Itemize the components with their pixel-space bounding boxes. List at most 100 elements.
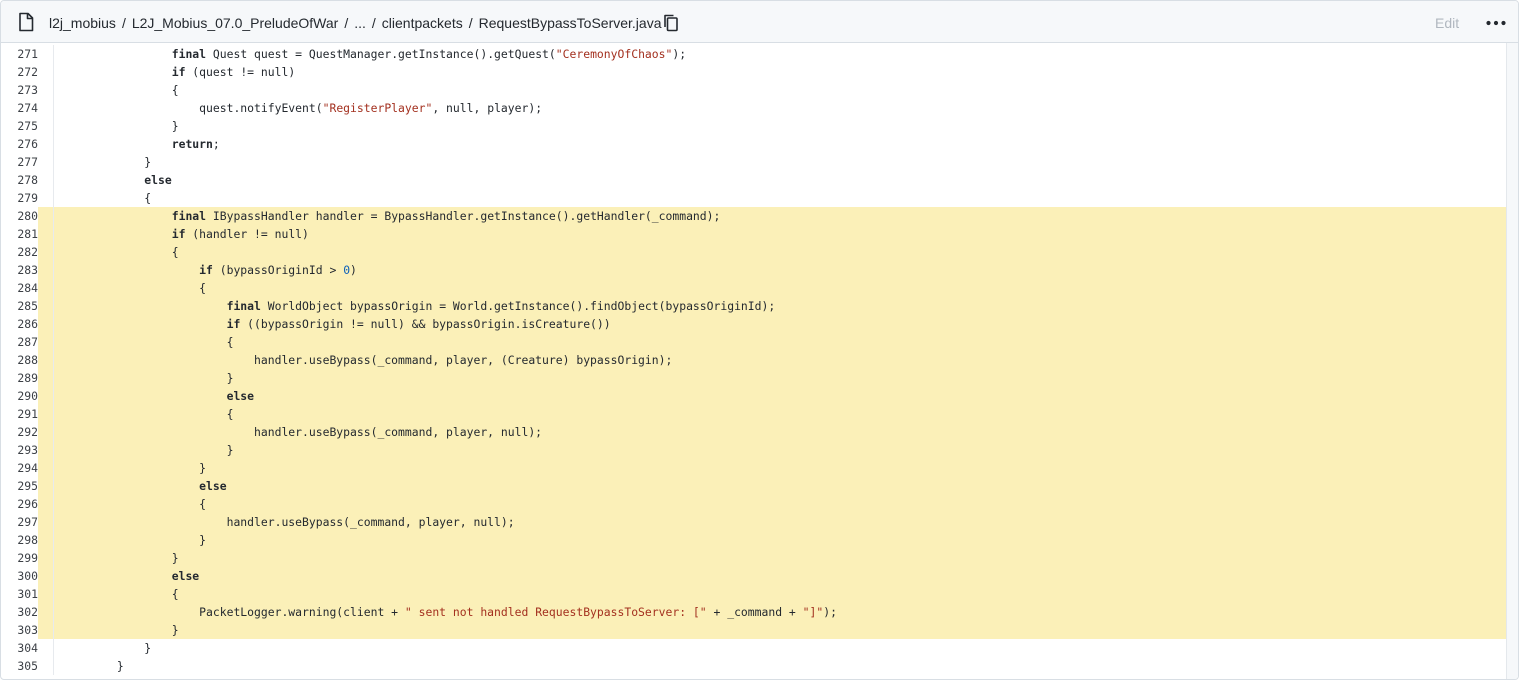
line-number[interactable]: 282 xyxy=(1,243,38,261)
gutter-divider xyxy=(53,333,54,351)
code-line: 297 handler.useBypass(_command, player, … xyxy=(1,513,1506,531)
line-number[interactable]: 305 xyxy=(1,657,38,675)
code-token: } xyxy=(62,659,124,673)
line-number[interactable]: 301 xyxy=(1,585,38,603)
code-text: if ((bypassOrigin != null) && bypassOrig… xyxy=(62,315,611,333)
line-number[interactable]: 278 xyxy=(1,171,38,189)
line-number[interactable]: 274 xyxy=(1,99,38,117)
line-number[interactable]: 284 xyxy=(1,279,38,297)
line-number[interactable]: 291 xyxy=(1,405,38,423)
line-number[interactable]: 272 xyxy=(1,63,38,81)
line-number[interactable]: 279 xyxy=(1,189,38,207)
breadcrumb-folder-link[interactable]: clientpackets xyxy=(382,15,463,31)
code-line: 302 PacketLogger.warning(client + " sent… xyxy=(1,603,1506,621)
code-token: { xyxy=(62,83,179,97)
line-number[interactable]: 304 xyxy=(1,639,38,657)
line-number[interactable]: 292 xyxy=(1,423,38,441)
code-token: } xyxy=(62,641,152,655)
code-token: ; xyxy=(212,137,220,151)
code-line: 278 else xyxy=(1,171,1506,189)
code-line: 276 return; xyxy=(1,135,1506,153)
line-number[interactable]: 295 xyxy=(1,477,38,495)
line-number[interactable]: 294 xyxy=(1,459,38,477)
code-text: } xyxy=(62,117,179,135)
code-token: } xyxy=(62,533,207,547)
code-token: ); xyxy=(823,605,837,619)
code-token: { xyxy=(62,497,207,511)
gutter-divider xyxy=(53,567,54,585)
line-number[interactable]: 289 xyxy=(1,369,38,387)
copy-icon[interactable] xyxy=(662,13,680,33)
code-text: { xyxy=(62,495,206,513)
code-text: if (quest != null) xyxy=(62,63,295,81)
line-number[interactable]: 302 xyxy=(1,603,38,621)
code-text: } xyxy=(62,639,151,657)
gutter-divider xyxy=(53,99,54,117)
line-number[interactable]: 285 xyxy=(1,297,38,315)
line-number[interactable]: 300 xyxy=(1,567,38,585)
line-number[interactable]: 276 xyxy=(1,135,38,153)
code-text: } xyxy=(62,153,151,171)
gutter-divider xyxy=(53,279,54,297)
code-text: } xyxy=(62,549,179,567)
gutter-divider xyxy=(53,549,54,567)
code-token: (bypassOriginId > xyxy=(212,263,344,277)
line-number[interactable]: 280 xyxy=(1,207,38,225)
line-number[interactable]: 281 xyxy=(1,225,38,243)
gutter-divider xyxy=(53,585,54,603)
code-token: } xyxy=(62,461,207,475)
line-number[interactable]: 299 xyxy=(1,549,38,567)
line-number[interactable]: 297 xyxy=(1,513,38,531)
line-number[interactable]: 288 xyxy=(1,351,38,369)
gutter-divider xyxy=(53,621,54,639)
code-line: 296 { xyxy=(1,495,1506,513)
line-number[interactable]: 298 xyxy=(1,531,38,549)
line-number[interactable]: 283 xyxy=(1,261,38,279)
breadcrumb-repo-link[interactable]: l2j_mobius xyxy=(49,15,116,31)
gutter-divider xyxy=(53,657,54,675)
line-number[interactable]: 296 xyxy=(1,495,38,513)
gutter-divider xyxy=(53,603,54,621)
code-token: else xyxy=(199,479,227,493)
line-number[interactable]: 303 xyxy=(1,621,38,639)
code-token: else xyxy=(144,173,172,187)
code-token: handler.useBypass(_command, player, null… xyxy=(62,425,543,439)
line-number[interactable]: 293 xyxy=(1,441,38,459)
code-token: { xyxy=(62,245,179,259)
breadcrumb-current-file: RequestBypassToServer.java xyxy=(478,15,662,31)
code-text: { xyxy=(62,333,234,351)
breadcrumb-project-link[interactable]: L2J_Mobius_07.0_PreludeOfWar xyxy=(132,15,339,31)
gutter-divider xyxy=(53,315,54,333)
code-token: } xyxy=(62,371,234,385)
line-number[interactable]: 277 xyxy=(1,153,38,171)
gutter-divider xyxy=(53,477,54,495)
code-token: ) xyxy=(350,263,357,277)
code-text: final IBypassHandler handler = BypassHan… xyxy=(62,207,721,225)
code-line: 287 { xyxy=(1,333,1506,351)
kebab-horizontal-icon[interactable] xyxy=(1485,15,1507,31)
vertical-scrollbar[interactable] xyxy=(1506,43,1518,679)
line-number[interactable]: 273 xyxy=(1,81,38,99)
line-number[interactable]: 271 xyxy=(1,45,38,63)
gutter-divider xyxy=(53,387,54,405)
code-token: final xyxy=(226,299,261,313)
code-text: if (bypassOriginId > 0) xyxy=(62,261,357,279)
code-text: { xyxy=(62,405,234,423)
code-text: { xyxy=(62,189,151,207)
line-number[interactable]: 287 xyxy=(1,333,38,351)
line-number[interactable]: 275 xyxy=(1,117,38,135)
code-text: { xyxy=(62,279,206,297)
code-token: (handler != null) xyxy=(185,227,309,241)
edit-button[interactable]: Edit xyxy=(1435,14,1459,32)
line-number[interactable]: 286 xyxy=(1,315,38,333)
gutter-divider xyxy=(53,261,54,279)
line-number[interactable]: 290 xyxy=(1,387,38,405)
code-token: if xyxy=(171,227,186,241)
code-token: if xyxy=(226,317,241,331)
code-token: "]" xyxy=(802,605,824,619)
breadcrumb-collapsed-link[interactable]: ... xyxy=(354,15,366,31)
code-token: WorldObject bypassOrigin = World.getInst… xyxy=(260,299,776,313)
